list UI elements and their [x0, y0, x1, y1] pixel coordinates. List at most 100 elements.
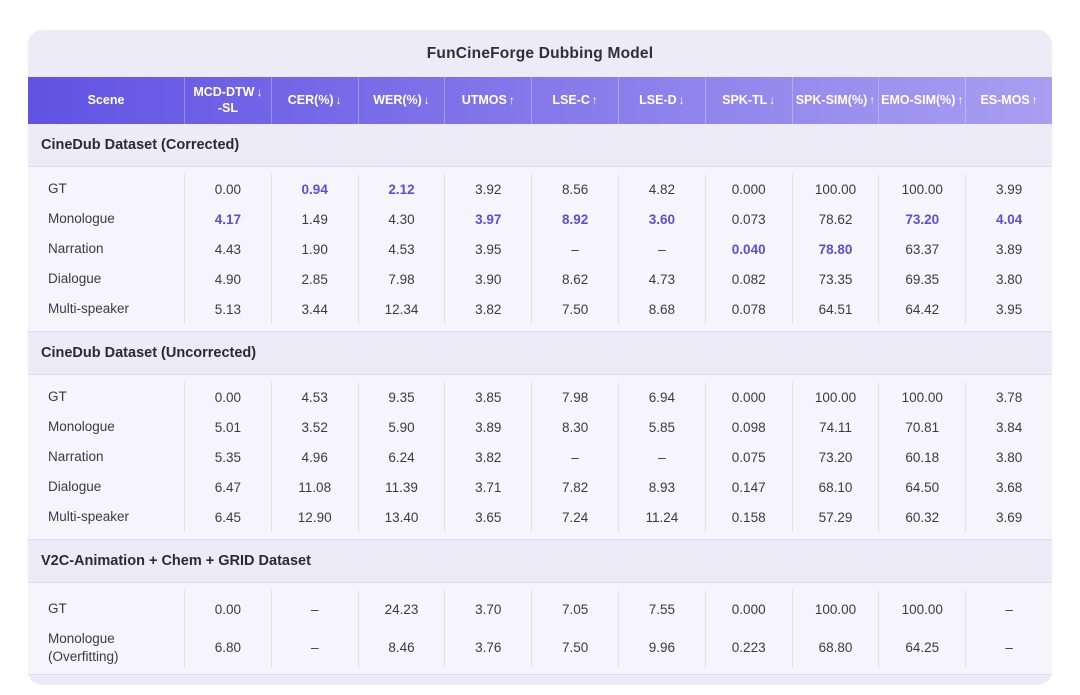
header-label: -SL	[218, 101, 238, 117]
metric-value: 3.90	[444, 264, 531, 294]
metric-value: 2.85	[271, 264, 358, 294]
metric-value: 7.55	[618, 590, 705, 628]
metric-value: 12.34	[358, 294, 445, 324]
metric-value: 4.90	[184, 264, 271, 294]
header-cell-spk-sim-: SPK-SIM(%)↑	[792, 77, 879, 124]
metric-value: 100.00	[878, 174, 965, 204]
scene-label: Narration	[28, 234, 184, 264]
header-label: UTMOS↑	[462, 93, 515, 109]
metric-value: 3.65	[444, 502, 531, 532]
metric-value: 0.00	[184, 382, 271, 412]
results-card: FunCineForge Dubbing Model SceneMCD-DTW↓…	[28, 30, 1052, 685]
scene-label: GT	[28, 590, 184, 628]
section-heading: CineDub Dataset (Uncorrected)	[28, 332, 1052, 374]
metric-value: 0.073	[705, 204, 792, 234]
header-cell-es-mos: ES-MOS↑	[965, 77, 1052, 124]
metric-value: 3.89	[965, 234, 1052, 264]
metric-value: 3.78	[965, 382, 1052, 412]
metric-value: 4.53	[358, 234, 445, 264]
metric-value: 3.82	[444, 442, 531, 472]
metric-value: 0.223	[705, 628, 792, 667]
metric-value: 0.147	[705, 472, 792, 502]
metric-value: 6.47	[184, 472, 271, 502]
scene-label: Monologue	[28, 204, 184, 234]
metric-value: 3.95	[444, 234, 531, 264]
metric-value: 3.95	[965, 294, 1052, 324]
metric-value: 78.80	[792, 234, 879, 264]
metric-value: 4.53	[271, 382, 358, 412]
metric-value: 5.01	[184, 412, 271, 442]
metric-value: 4.43	[184, 234, 271, 264]
metric-value: 11.24	[618, 502, 705, 532]
header-cell-emo-sim-: EMO-SIM(%)↑	[878, 77, 965, 124]
metric-value: 60.18	[878, 442, 965, 472]
metric-value: 4.73	[618, 264, 705, 294]
metric-value: 5.13	[184, 294, 271, 324]
header-label: MCD-DTW↓	[193, 85, 262, 101]
metric-value: –	[271, 628, 358, 667]
scene-label: Monologue (Overfitting)	[28, 628, 184, 667]
metric-value: 8.92	[531, 204, 618, 234]
metric-value: 9.35	[358, 382, 445, 412]
metric-value: 0.94	[271, 174, 358, 204]
scene-label: Multi-speaker	[28, 294, 184, 324]
metric-value: 70.81	[878, 412, 965, 442]
table-row: Monologue4.171.494.303.978.923.600.07378…	[28, 204, 1052, 234]
metric-value: 3.80	[965, 264, 1052, 294]
metric-value: 68.80	[792, 628, 879, 667]
header-cell-wer-: WER(%)↓	[358, 77, 445, 124]
metric-value: 3.97	[444, 204, 531, 234]
metric-value: 5.90	[358, 412, 445, 442]
scene-label: GT	[28, 174, 184, 204]
metric-value: 3.84	[965, 412, 1052, 442]
scene-label: GT	[28, 382, 184, 412]
metric-value: 68.10	[792, 472, 879, 502]
metric-value: 4.82	[618, 174, 705, 204]
table-row: Monologue (Overfitting)6.80–8.463.767.50…	[28, 628, 1052, 667]
header-label: SPK-SIM(%)↑	[796, 93, 876, 109]
metric-value: 100.00	[878, 590, 965, 628]
metric-value: 0.00	[184, 174, 271, 204]
section-heading: CineDub Dataset (Corrected)	[28, 124, 1052, 166]
metric-value: 73.20	[792, 442, 879, 472]
metric-value: 100.00	[792, 590, 879, 628]
down-arrow-icon: ↓	[679, 93, 685, 107]
metric-value: 64.25	[878, 628, 965, 667]
section-data-block: GT0.00–24.233.707.057.550.000100.00100.0…	[28, 582, 1052, 675]
table-row: Narration4.431.904.533.95––0.04078.8063.…	[28, 234, 1052, 264]
metric-value: 3.92	[444, 174, 531, 204]
header-label: LSE-D↓	[639, 93, 685, 109]
metric-value: 57.29	[792, 502, 879, 532]
header-label: EMO-SIM(%)↑	[881, 93, 963, 109]
table-row: Multi-speaker5.133.4412.343.827.508.680.…	[28, 294, 1052, 324]
up-arrow-icon: ↑	[957, 93, 963, 107]
metric-value: 3.70	[444, 590, 531, 628]
table-header-row: SceneMCD-DTW↓-SLCER(%)↓WER(%)↓UTMOS↑LSE-…	[28, 77, 1052, 124]
table-row: GT0.000.942.123.928.564.820.000100.00100…	[28, 174, 1052, 204]
metric-value: 11.08	[271, 472, 358, 502]
metric-value: 3.44	[271, 294, 358, 324]
metric-value: 0.098	[705, 412, 792, 442]
metric-value: 78.62	[792, 204, 879, 234]
metric-value: –	[531, 442, 618, 472]
metric-value: 8.62	[531, 264, 618, 294]
metric-value: 73.20	[878, 204, 965, 234]
metric-value: 3.80	[965, 442, 1052, 472]
header-cell-scene: Scene	[28, 77, 184, 124]
table-row: Multi-speaker6.4512.9013.403.657.2411.24…	[28, 502, 1052, 532]
metric-value: –	[271, 590, 358, 628]
header-cell-mcd-dtw: MCD-DTW↓-SL	[184, 77, 271, 124]
header-cell-lse-c: LSE-C↑	[531, 77, 618, 124]
metric-value: 0.040	[705, 234, 792, 264]
metric-value: 3.60	[618, 204, 705, 234]
header-label: LSE-C↑	[552, 93, 598, 109]
metric-value: 11.39	[358, 472, 445, 502]
metric-value: 69.35	[878, 264, 965, 294]
metric-value: 3.85	[444, 382, 531, 412]
metric-value: 100.00	[878, 382, 965, 412]
metric-value: 5.85	[618, 412, 705, 442]
metric-value: 6.24	[358, 442, 445, 472]
metric-value: 3.99	[965, 174, 1052, 204]
header-label: ES-MOS↑	[980, 93, 1037, 109]
metric-value: 4.04	[965, 204, 1052, 234]
